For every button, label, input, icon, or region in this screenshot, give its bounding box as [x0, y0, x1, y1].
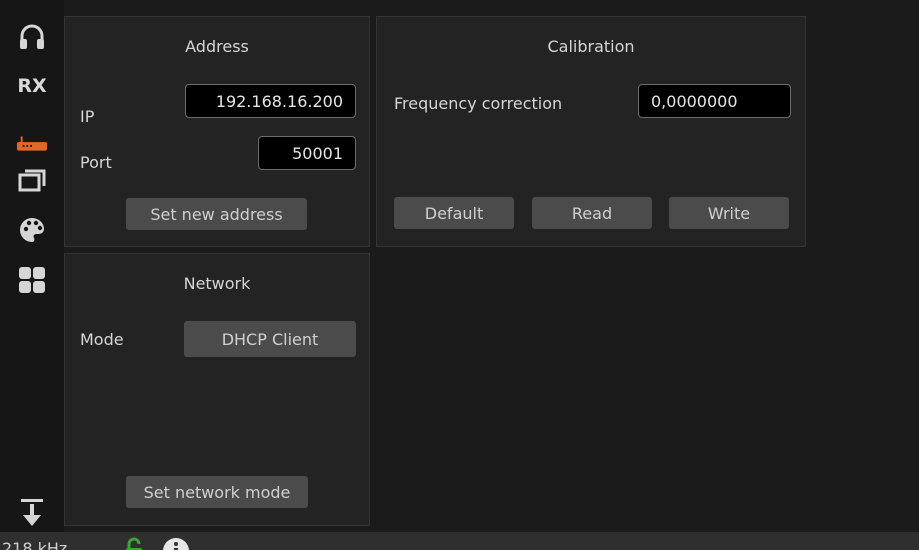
apps-grid-icon[interactable]: [16, 264, 48, 296]
download-arrow-icon[interactable]: [16, 497, 48, 529]
status-frequency: 218 kHz: [2, 539, 68, 550]
address-panel: Address IP 192.168.16.200 Port 50001 Set…: [64, 16, 370, 247]
network-panel: Network Mode DHCP Client Set network mod…: [64, 253, 370, 526]
sidebar: RX: [0, 0, 64, 532]
write-button[interactable]: Write: [669, 197, 789, 229]
ip-label: IP: [80, 107, 95, 126]
calibration-panel: Calibration Frequency correction 0,00000…: [376, 16, 806, 247]
palette-icon[interactable]: [16, 214, 48, 246]
address-title: Address: [185, 37, 249, 56]
calibration-title: Calibration: [547, 37, 635, 56]
read-button[interactable]: Read: [532, 197, 652, 229]
rx-button[interactable]: RX: [0, 75, 64, 97]
port-label: Port: [80, 153, 112, 172]
info-icon[interactable]: [162, 537, 190, 550]
app-window: RX Address IP 192.168.16.200 Port 50001 …: [0, 0, 919, 550]
mode-select[interactable]: DHCP Client: [184, 321, 356, 357]
mode-label: Mode: [80, 330, 124, 349]
frequency-correction-label: Frequency correction: [394, 94, 563, 113]
set-new-address-button[interactable]: Set new address: [126, 198, 307, 230]
router-icon[interactable]: [16, 128, 48, 160]
network-title: Network: [183, 274, 251, 293]
headphones-icon[interactable]: [16, 21, 48, 53]
set-network-mode-button[interactable]: Set network mode: [126, 476, 308, 508]
frequency-correction-input[interactable]: 0,0000000: [638, 84, 791, 118]
unlock-icon[interactable]: [124, 537, 146, 550]
status-bar: 218 kHz: [0, 532, 919, 550]
windows-icon[interactable]: [16, 165, 48, 197]
ip-input[interactable]: 192.168.16.200: [185, 84, 356, 118]
default-button[interactable]: Default: [394, 197, 514, 229]
port-input[interactable]: 50001: [258, 136, 356, 170]
